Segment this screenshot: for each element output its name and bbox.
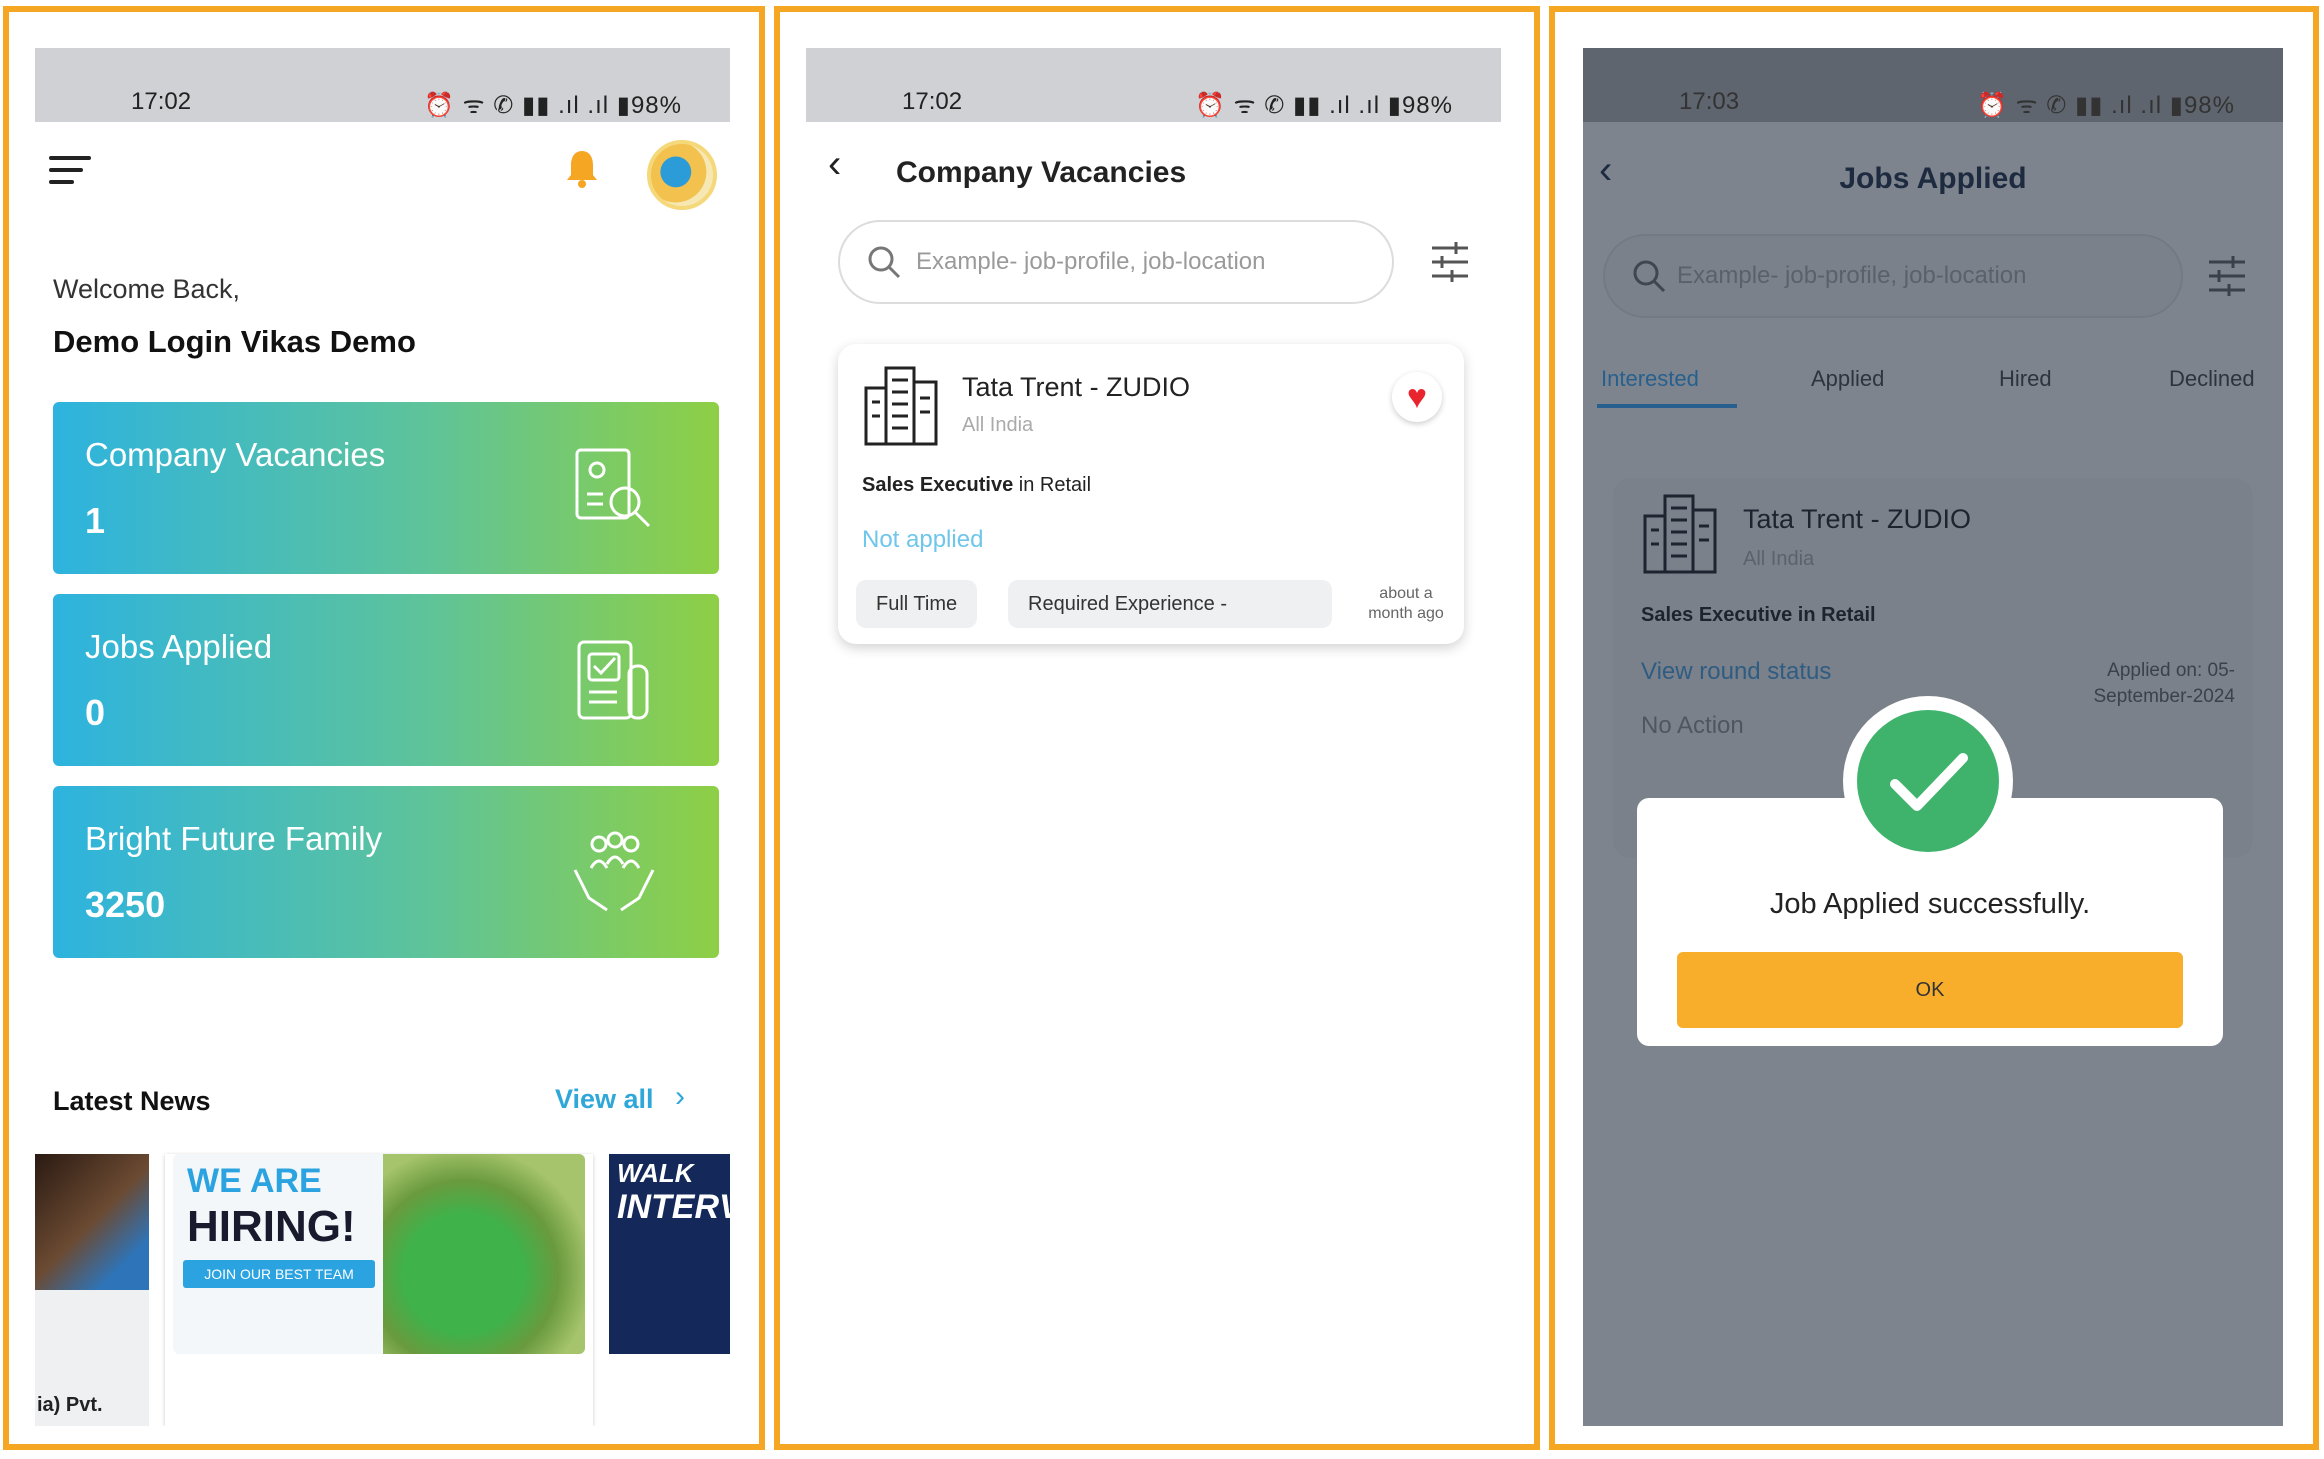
search-icon xyxy=(868,246,901,279)
job-location: All India xyxy=(962,414,1034,436)
news-card[interactable]: WE ARE HIRING! JOIN OUR BEST TEAM xyxy=(165,1154,593,1426)
job-card[interactable]: Tata Trent - ZUDIO All India ♥ Sales Exe… xyxy=(838,344,1464,644)
job-role: Sales Executive in Retail xyxy=(862,474,1091,497)
job-type-chip: Full Time xyxy=(856,580,978,628)
view-round-status-link[interactable]: View round status xyxy=(1641,658,1831,686)
vacancies-screen: 17:02 ⏰ ᯤ ✆ ▮▮ .ıl .ıl ▮98% ‹ Company Va… xyxy=(806,48,1501,1426)
page-title: Jobs Applied xyxy=(1839,162,2027,195)
active-tab-indicator xyxy=(1597,404,1737,408)
job-location: All India xyxy=(1743,548,1815,570)
news-image xyxy=(35,1154,149,1290)
view-all-link[interactable]: View all xyxy=(555,1084,654,1115)
status-bar: 17:03 ⏰ ᯤ ✆ ▮▮ .ıl .ıl ▮98% xyxy=(1583,48,2283,122)
search-document-icon xyxy=(575,448,651,528)
poster-line: WALK xyxy=(617,1158,694,1188)
tab-applied[interactable]: Applied xyxy=(1811,366,1884,392)
avatar[interactable] xyxy=(647,140,717,210)
applied-date: Applied on: 05-September-2024 xyxy=(2093,660,2235,707)
status-time: 17:02 xyxy=(902,88,963,115)
job-role: Sales Executive in Retail xyxy=(1641,604,1876,626)
card-title: Company Vacancies xyxy=(85,436,386,473)
search-icon xyxy=(1633,260,1666,293)
page-title: Company Vacancies xyxy=(896,156,1187,189)
home-screen: 17:02 ⏰ ᯤ ✆ ▮▮ .ıl .ıl ▮98% Welcome Back… xyxy=(35,48,730,1426)
search-input[interactable]: Example- job-profile, job-location xyxy=(838,220,1394,304)
hiring-poster: WE ARE HIRING! JOIN OUR BEST TEAM xyxy=(173,1154,585,1354)
tab-hired[interactable]: Hired xyxy=(1999,366,2052,392)
family-hands-icon xyxy=(573,831,655,912)
checked-document-icon xyxy=(577,640,649,720)
building-icon xyxy=(1643,494,1717,574)
action-status: No Action xyxy=(1641,712,1744,739)
poster-line: WE ARE xyxy=(187,1162,322,1200)
card-title: Bright Future Family xyxy=(85,820,383,857)
notification-bell-icon[interactable] xyxy=(565,148,599,188)
applied-screen-frame: 17:03 ⏰ ᯤ ✆ ▮▮ .ıl .ıl ▮98% ‹ Jobs Appli… xyxy=(1549,6,2319,1450)
poster-headline: INTERV xyxy=(617,1188,730,1226)
success-check-icon xyxy=(1843,696,2013,866)
menu-icon[interactable] xyxy=(49,156,91,186)
back-arrow-icon[interactable]: ‹ xyxy=(828,142,841,187)
jobs-applied-card[interactable]: Jobs Applied 0 xyxy=(53,594,719,766)
status-bar: 17:02 ⏰ ᯤ ✆ ▮▮ .ıl .ıl ▮98% xyxy=(35,48,730,122)
status-bar: 17:02 ⏰ ᯤ ✆ ▮▮ .ıl .ıl ▮98% xyxy=(806,48,1501,122)
tab-declined[interactable]: Declined xyxy=(2169,366,2255,392)
status-icons: ⏰ ᯤ ✆ ▮▮ .ıl .ıl ▮98% xyxy=(424,92,682,119)
filter-sliders-icon[interactable] xyxy=(1428,240,1472,284)
status-icons: ⏰ ᯤ ✆ ▮▮ .ıl .ıl ▮98% xyxy=(1977,92,2235,119)
search-placeholder: Example- job-profile, job-location xyxy=(1677,262,2027,289)
username: Demo Login Vikas Demo xyxy=(53,324,416,359)
bright-future-family-card[interactable]: Bright Future Family 3250 xyxy=(53,786,719,958)
heart-icon[interactable]: ♥ xyxy=(1392,372,1442,422)
company-name: Tata Trent - ZUDIO xyxy=(962,372,1191,402)
card-value: 3250 xyxy=(85,884,166,925)
tab-interested[interactable]: Interested xyxy=(1601,366,1699,392)
welcome-text: Welcome Back, xyxy=(53,274,241,304)
ok-button[interactable]: OK xyxy=(1677,952,2183,1028)
status-time: 17:02 xyxy=(131,88,192,115)
vacancies-screen-frame: 17:02 ⏰ ᯤ ✆ ▮▮ .ıl .ıl ▮98% ‹ Company Va… xyxy=(774,6,1540,1450)
posted-time: about a month ago xyxy=(1368,585,1444,622)
news-caption: ia) Pvt. xyxy=(37,1394,103,1416)
filter-sliders-icon[interactable] xyxy=(2205,254,2249,298)
company-vacancies-card[interactable]: Company Vacancies 1 xyxy=(53,402,719,574)
card-title: Jobs Applied xyxy=(85,628,273,665)
poster-photo xyxy=(383,1154,585,1354)
news-card[interactable]: ia) Pvt. xyxy=(35,1154,149,1426)
chevron-right-icon[interactable]: › xyxy=(675,1080,685,1114)
poster-headline: HIRING! xyxy=(187,1202,356,1251)
latest-news-heading: Latest News xyxy=(53,1086,211,1116)
status-icons: ⏰ ᯤ ✆ ▮▮ .ıl .ıl ▮98% xyxy=(1195,92,1453,119)
applied-screen: 17:03 ⏰ ᯤ ✆ ▮▮ .ıl .ıl ▮98% ‹ Jobs Appli… xyxy=(1583,48,2283,1426)
role-sector: in Retail xyxy=(1018,474,1092,496)
building-icon xyxy=(864,366,938,446)
experience-chip: Required Experience - xyxy=(1008,580,1332,628)
role-title: Sales Executive xyxy=(862,474,1014,496)
card-value: 1 xyxy=(85,500,106,541)
search-input[interactable]: Example- job-profile, job-location xyxy=(1603,234,2183,318)
home-screen-frame: 17:02 ⏰ ᯤ ✆ ▮▮ .ıl .ıl ▮98% Welcome Back… xyxy=(3,6,765,1450)
news-card[interactable]: WALK INTERV xyxy=(609,1154,730,1354)
company-name: Tata Trent - ZUDIO xyxy=(1743,504,1972,534)
card-value: 0 xyxy=(85,692,106,733)
status-time: 17:03 xyxy=(1679,88,1740,115)
poster-join-banner: JOIN OUR BEST TEAM xyxy=(183,1260,375,1288)
search-placeholder: Example- job-profile, job-location xyxy=(916,248,1266,275)
success-message: Job Applied successfully. xyxy=(1769,888,2091,920)
application-status: Not applied xyxy=(862,526,984,553)
